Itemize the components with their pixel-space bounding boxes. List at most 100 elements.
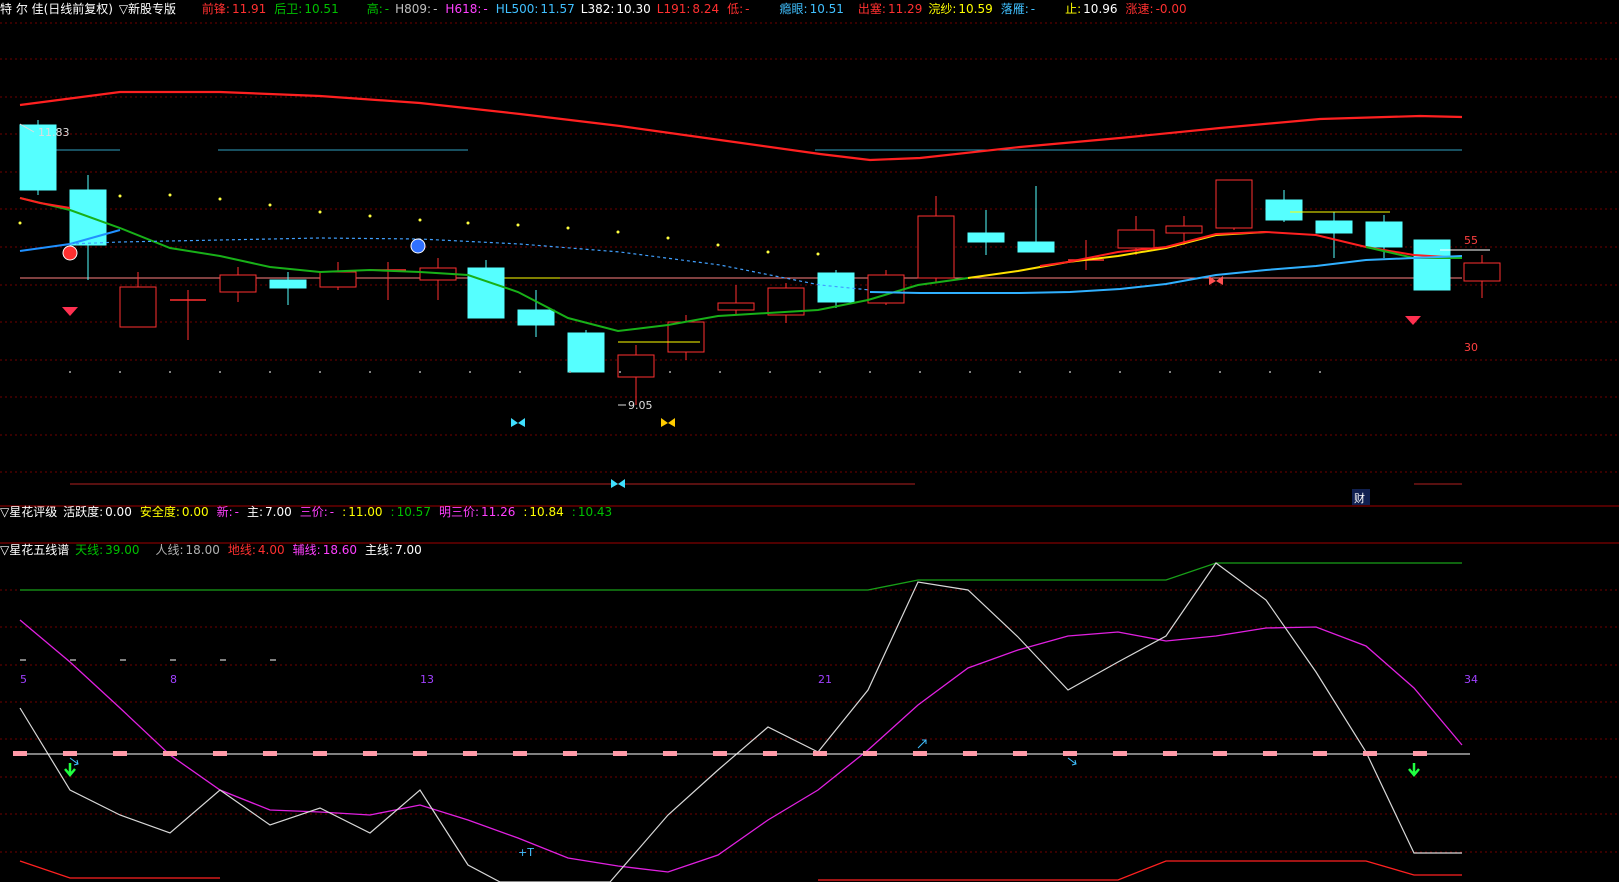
trend-dot-2: [168, 193, 172, 197]
pane2-item-value-3: 18.60: [322, 543, 358, 557]
trend-dot-13: [716, 243, 720, 247]
people-mark: [713, 751, 727, 756]
low-price-label: 9.05: [628, 399, 653, 412]
support-dot: [519, 371, 521, 373]
count-label-0: 5: [20, 673, 27, 686]
sky-line: [20, 562, 1462, 591]
pane2-title[interactable]: ▽星花五线谱: [0, 543, 69, 557]
support-dot: [969, 371, 971, 373]
people-mark: [663, 751, 677, 756]
pane1-item-value-1: 0.00: [181, 505, 209, 519]
butterfly-icon-red: [1209, 276, 1223, 285]
pane1-item-value-0: 0.00: [105, 505, 132, 519]
candle-body-23: [1165, 225, 1203, 234]
right-scale-lower: 30: [1464, 341, 1478, 354]
candle-body-5: [269, 279, 307, 289]
candle-body-22: [1117, 229, 1155, 249]
support-dot: [169, 371, 171, 373]
earth-line-1: [19, 860, 220, 879]
people-mark: [863, 751, 877, 756]
support-dot: [1069, 371, 1071, 373]
support-dot: [119, 371, 121, 373]
candle-body-12: [617, 354, 655, 378]
support-dot: [319, 371, 321, 373]
pane1-item-value-5: 11.00: [348, 505, 383, 519]
people-mark: [1363, 751, 1377, 756]
support-dot: [369, 371, 371, 373]
people-mark: [13, 751, 27, 756]
trend-dot-12: [666, 236, 670, 240]
pane2-item-value-2: 4.00: [257, 543, 285, 557]
plus-t-tag: +T: [518, 846, 534, 859]
candle-body-11: [567, 332, 605, 373]
candle-body-9: [467, 267, 505, 319]
candle-body-26: [1315, 220, 1353, 234]
trend-dot-5: [318, 210, 322, 214]
candle-body-18: [917, 215, 955, 279]
support-dot: [869, 371, 871, 373]
pane2-item-label-0: 天线:: [75, 543, 104, 557]
pane1-item-label-2: 新:: [216, 505, 233, 519]
candle-body-4: [219, 274, 257, 293]
ma-yellow-line: [967, 231, 1267, 279]
pane1-item-label-3: 主:: [246, 505, 264, 519]
green-down-arrow-icon: [64, 763, 76, 777]
down-arrow-icon-small-2: [1067, 757, 1077, 766]
people-mark: [1263, 751, 1277, 756]
main-line: [19, 562, 1462, 882]
people-mark: [913, 751, 927, 756]
butterfly-icon-cyan: [511, 418, 525, 427]
blue-ball-icon: [410, 238, 426, 254]
pane2-item-label-1: 人线:: [155, 543, 184, 557]
support-dot: [919, 371, 921, 373]
butterfly-icon-yellow: [661, 418, 675, 427]
candle-body-14: [717, 302, 755, 311]
support-dot: [1169, 371, 1171, 373]
diamond-icon: [62, 307, 78, 316]
diamond-icon-2: [1405, 316, 1421, 325]
pane1-item-label-8: :: [523, 505, 528, 519]
kline-chart[interactable]: 11.839.055530财5 8 13 21 34+T: [0, 0, 1619, 882]
support-dot: [69, 371, 71, 373]
people-mark: [63, 751, 77, 756]
candle-body-29: [1463, 262, 1501, 282]
pane1-item-label-7: 明三价:: [438, 505, 479, 519]
candle-body-25: [1265, 199, 1303, 221]
trend-dot-14: [766, 250, 770, 254]
people-mark: [513, 751, 527, 756]
trend-dot-9: [516, 223, 520, 227]
pane1-item-value-8: 10.84: [529, 505, 564, 519]
people-mark: [1013, 751, 1027, 756]
trend-dot-0: [18, 221, 22, 225]
support-dot: [619, 371, 621, 373]
pane2-header: ▽星花五线谱 天线: 39.00 人线: 18.00 地线: 4.00 辅线: 18.60 主线…: [0, 541, 1619, 559]
trend-dot-1: [118, 194, 122, 198]
candle-body-20: [1017, 241, 1055, 253]
people-mark: [463, 751, 477, 756]
pane1-title[interactable]: ▽星花评级: [0, 505, 57, 519]
ma-cyan-line: [869, 255, 1463, 294]
high-price-label: 11.83: [38, 126, 70, 139]
people-mark: [313, 751, 327, 756]
pane1-item-label-0: 活跃度:: [63, 505, 104, 519]
people-mark: [1063, 751, 1077, 756]
support-dot: [469, 371, 471, 373]
trend-dot-7: [418, 218, 422, 222]
support-dot: [769, 371, 771, 373]
pane2-item-value-4: 7.00: [395, 543, 422, 557]
trend-dot-11: [616, 230, 620, 234]
up-arrow-icon: [917, 739, 927, 749]
people-mark: [213, 751, 227, 756]
green-down-arrow-icon-2: [1408, 763, 1420, 777]
pane1-item-label-6: :: [390, 505, 395, 519]
support-dot: [1119, 371, 1121, 373]
candle-body-6: [319, 271, 357, 288]
support-dot: [669, 371, 671, 373]
pane1-item-value-6: 10.57: [396, 505, 431, 519]
red-ball-icon: [62, 245, 78, 261]
aux-line: [19, 619, 1463, 873]
pane1-item-label-9: :: [571, 505, 576, 519]
people-mark: [763, 751, 777, 756]
support-dot: [819, 371, 821, 373]
count-label-2: 13: [420, 673, 434, 686]
